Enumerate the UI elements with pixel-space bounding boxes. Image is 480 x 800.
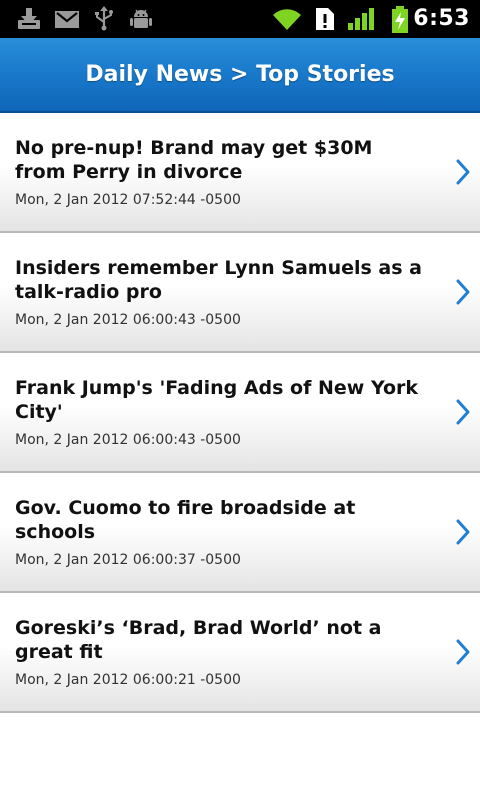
wifi-icon <box>273 9 301 31</box>
story-date: Mon, 2 Jan 2012 06:00:43 -0500 <box>15 312 241 328</box>
chevron-right-icon <box>456 159 470 185</box>
story-list: No pre-nup! Brand may get $30M from Perr… <box>0 113 480 713</box>
story-date: Mon, 2 Jan 2012 07:52:44 -0500 <box>15 192 241 208</box>
chevron-right-icon <box>456 399 470 425</box>
list-item[interactable]: No pre-nup! Brand may get $30M from Perr… <box>0 113 480 233</box>
page-title: Daily News > Top Stories <box>85 62 395 87</box>
battery-charging-icon <box>392 6 408 33</box>
chevron-right-icon <box>456 639 470 665</box>
story-title: Insiders remember Lynn Samuels as a talk… <box>15 257 422 303</box>
clock: 6:53 <box>413 6 470 31</box>
usb-icon <box>95 6 113 31</box>
story-title: Goreski’s ‘Brad, Brad World’ not a great… <box>15 617 382 663</box>
gmail-icon <box>55 11 79 28</box>
story-title: Gov. Cuomo to fire broadside at schools <box>15 497 356 543</box>
list-item[interactable]: Gov. Cuomo to fire broadside at schools … <box>0 473 480 593</box>
story-date: Mon, 2 Jan 2012 06:00:37 -0500 <box>15 552 241 568</box>
list-item[interactable]: Insiders remember Lynn Samuels as a talk… <box>0 233 480 353</box>
title-bar: Daily News > Top Stories <box>0 38 480 113</box>
story-date: Mon, 2 Jan 2012 06:00:43 -0500 <box>15 432 241 448</box>
chevron-right-icon <box>456 519 470 545</box>
story-title: No pre-nup! Brand may get $30M from Perr… <box>15 137 373 183</box>
alert-icon <box>316 8 334 30</box>
chevron-right-icon <box>456 279 470 305</box>
list-item[interactable]: Frank Jump's 'Fading Ads of New York Cit… <box>0 353 480 473</box>
list-item[interactable]: Goreski’s ‘Brad, Brad World’ not a great… <box>0 593 480 713</box>
status-bar: 6:53 <box>0 0 480 38</box>
android-debug-icon <box>130 9 152 28</box>
signal-icon <box>348 8 374 30</box>
download-icon <box>18 8 40 29</box>
story-date: Mon, 2 Jan 2012 06:00:21 -0500 <box>15 672 241 688</box>
story-title: Frank Jump's 'Fading Ads of New York Cit… <box>15 377 419 423</box>
